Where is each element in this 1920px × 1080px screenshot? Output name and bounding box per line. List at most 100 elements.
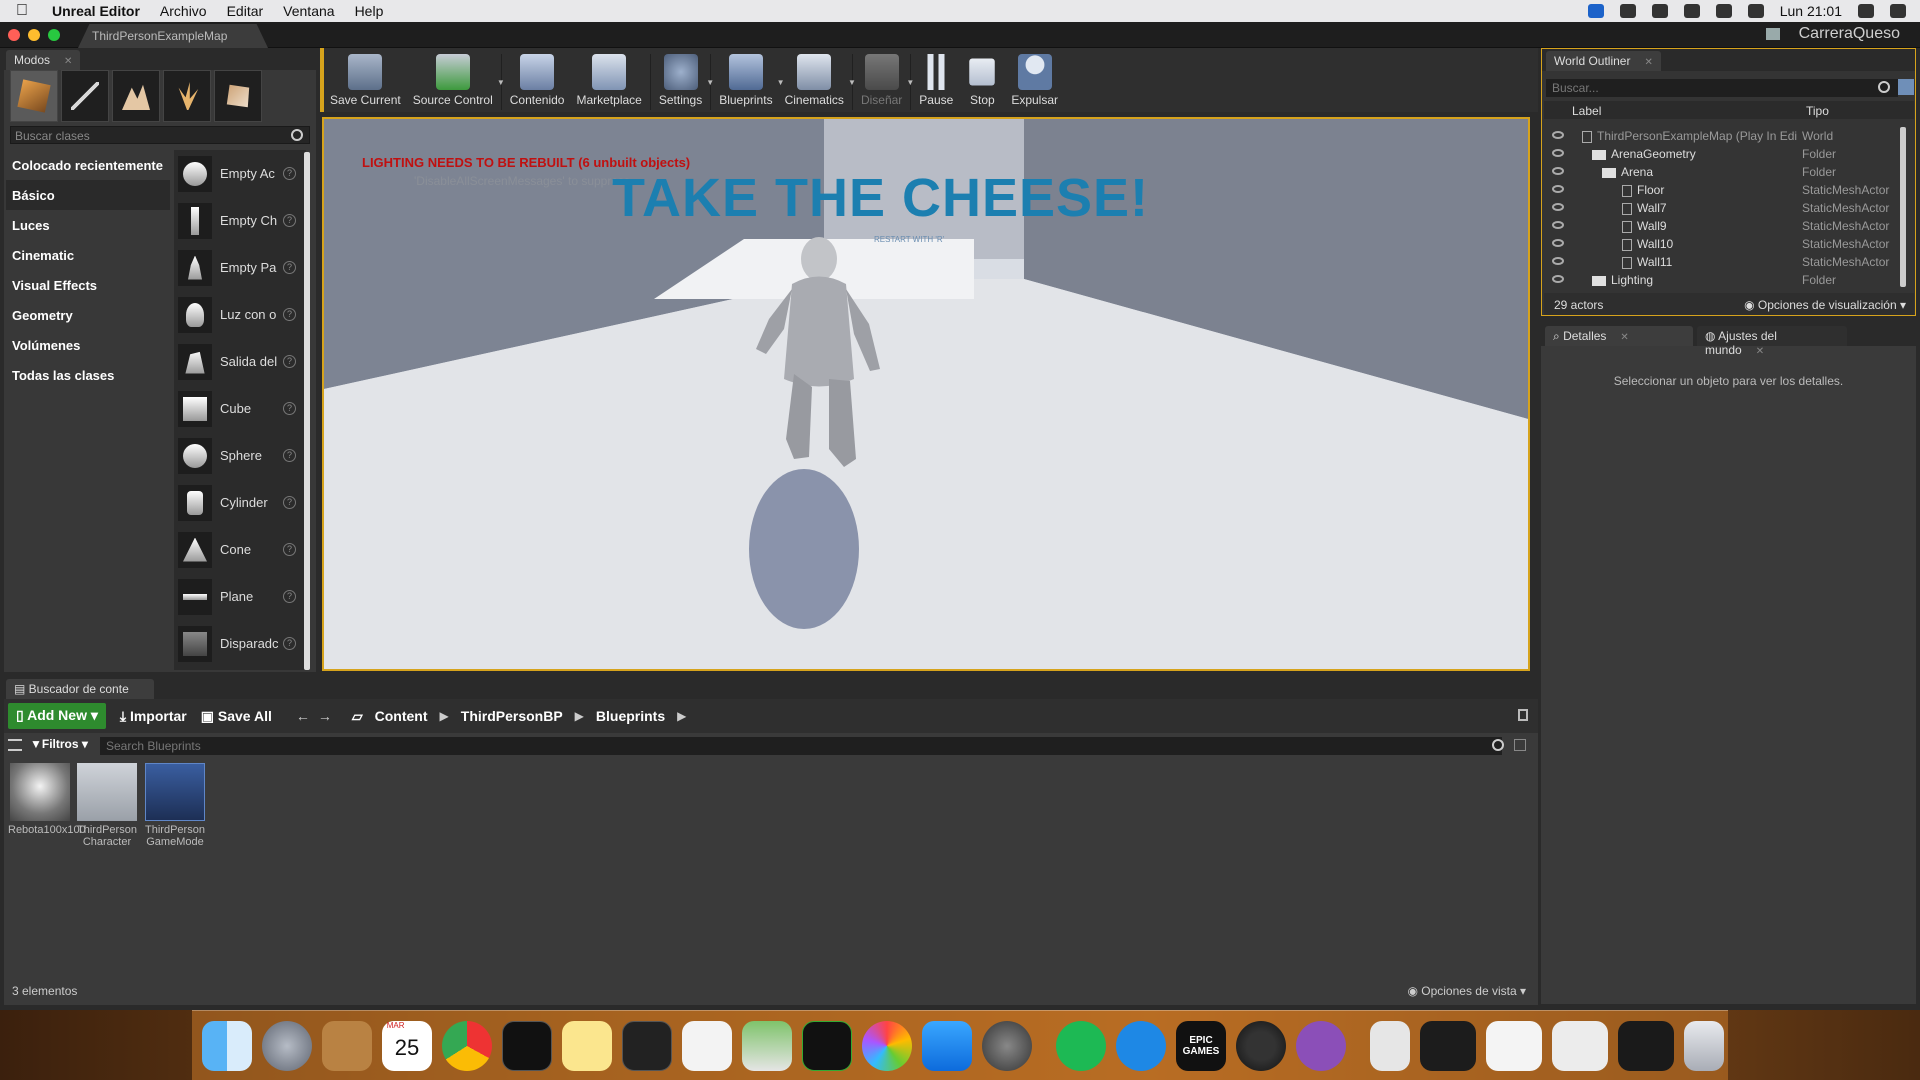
- visibility-eye-icon[interactable]: [1552, 131, 1564, 139]
- place-item-cylinder[interactable]: Cylinder?: [174, 479, 306, 526]
- zoom-window-button[interactable]: [48, 29, 60, 41]
- visibility-eye-icon[interactable]: [1552, 203, 1564, 211]
- help-icon[interactable]: ?: [283, 214, 296, 227]
- tab-world-outliner[interactable]: World Outliner ✕: [1546, 51, 1661, 71]
- asset-tile[interactable]: ThirdPerson Character: [75, 763, 139, 848]
- teamviewer-icon[interactable]: [1116, 1020, 1166, 1071]
- outliner-row[interactable]: Wall10 StaticMeshActor: [1544, 235, 1899, 253]
- add-new-button[interactable]: ▯ Add New ▾: [8, 703, 106, 729]
- category-cinematic[interactable]: Cinematic: [6, 240, 170, 270]
- help-icon[interactable]: ?: [283, 449, 296, 462]
- activity-monitor-icon[interactable]: [802, 1020, 852, 1071]
- volume-icon[interactable]: [1747, 4, 1764, 18]
- visibility-eye-icon[interactable]: [1552, 239, 1564, 247]
- close-window-button[interactable]: [8, 29, 20, 41]
- launchpad-icon[interactable]: [262, 1020, 312, 1071]
- column-type[interactable]: Tipo: [1806, 104, 1829, 118]
- place-item-trigger[interactable]: Disparadc?: [174, 620, 306, 667]
- import-button[interactable]: ⤓ Importar: [120, 708, 187, 725]
- shield-status-icon[interactable]: [1683, 4, 1700, 18]
- category-basic[interactable]: Básico: [6, 180, 170, 210]
- trash-icon[interactable]: [1684, 1020, 1724, 1071]
- close-tab-icon[interactable]: ✕: [1620, 332, 1628, 343]
- visibility-eye-icon[interactable]: [1552, 275, 1564, 283]
- eject-button[interactable]: Expulsar: [1005, 54, 1064, 107]
- epic-games-launcher-icon[interactable]: EPIC GAMES: [1176, 1020, 1226, 1071]
- source-control-button[interactable]: Source Control ▼: [407, 54, 505, 107]
- save-current-button[interactable]: Save Current: [324, 54, 407, 107]
- visibility-eye-icon[interactable]: [1552, 149, 1564, 157]
- outliner-view-options[interactable]: ◉ Opciones de visualización ▾: [1744, 298, 1906, 312]
- breadcrumb-blueprints[interactable]: Blueprints: [596, 708, 665, 724]
- place-item-plane[interactable]: Plane?: [174, 573, 306, 620]
- back-arrow-icon[interactable]: ←: [296, 708, 310, 724]
- spotlight-search-icon[interactable]: [1858, 4, 1874, 18]
- recent-window-thumbnail-icon[interactable]: [1420, 1020, 1476, 1071]
- filters-button[interactable]: ▼Filtros ▾: [30, 737, 88, 751]
- notification-center-icon[interactable]: [1890, 4, 1906, 18]
- sources-panel-toggle-icon[interactable]: [8, 739, 22, 751]
- place-item-empty-character[interactable]: Empty Ch?: [174, 197, 306, 244]
- category-volumes[interactable]: Volúmenes: [6, 330, 170, 360]
- foliage-mode-button[interactable]: [163, 70, 211, 122]
- recent-document-thumbnail-icon[interactable]: [1486, 1020, 1542, 1071]
- finder-icon[interactable]: [202, 1020, 252, 1071]
- category-geometry[interactable]: Geometry: [6, 300, 170, 330]
- asset-tile[interactable]: ThirdPerson GameMode: [143, 763, 207, 848]
- outliner-scrollbar[interactable]: [1900, 127, 1906, 287]
- category-visual-effects[interactable]: Visual Effects: [6, 270, 170, 300]
- content-view-options[interactable]: ◉ Opciones de vista ▾: [1407, 984, 1526, 998]
- visibility-eye-icon[interactable]: [1552, 185, 1564, 193]
- category-recent[interactable]: Colocado recientemente: [6, 150, 170, 180]
- sync-status-icon[interactable]: [1651, 4, 1668, 18]
- place-item-cube[interactable]: Cube?: [174, 385, 306, 432]
- place-item-point-light[interactable]: Luz con o?: [174, 291, 306, 338]
- help-icon[interactable]: ?: [283, 543, 296, 556]
- close-tab-icon[interactable]: ✕: [64, 56, 72, 67]
- breadcrumb-content[interactable]: Content: [375, 708, 428, 724]
- tab-details[interactable]: ⌕ Detalles ✕: [1545, 326, 1693, 346]
- place-item-empty-actor[interactable]: Empty Ac?: [174, 150, 306, 197]
- cinematics-button[interactable]: Cinematics ▼: [779, 54, 856, 107]
- spotify-icon[interactable]: [1056, 1020, 1106, 1071]
- menu-help[interactable]: Help: [355, 3, 384, 19]
- help-icon[interactable]: ?: [283, 637, 296, 650]
- asset-search-input[interactable]: Search Blueprints: [100, 737, 1502, 755]
- lock-icon[interactable]: [1518, 709, 1528, 721]
- place-mode-button[interactable]: [10, 70, 58, 122]
- breadcrumb-separator-icon[interactable]: ▶: [440, 709, 449, 723]
- notes-icon[interactable]: [562, 1020, 612, 1071]
- recent-epic-thumbnail-icon[interactable]: [1618, 1020, 1674, 1071]
- system-preferences-icon[interactable]: [982, 1020, 1032, 1071]
- activity-window-icon[interactable]: [622, 1020, 672, 1071]
- outliner-row[interactable]: Wall11 StaticMeshActor: [1544, 253, 1899, 271]
- save-all-button[interactable]: ▣ Save All: [201, 708, 272, 725]
- breadcrumb-separator-icon[interactable]: ▶: [575, 709, 584, 723]
- menu-ventana[interactable]: Ventana: [283, 3, 334, 19]
- visibility-eye-icon[interactable]: [1552, 221, 1564, 229]
- archive-file-icon[interactable]: [1370, 1020, 1410, 1071]
- terminal-icon[interactable]: [502, 1020, 552, 1071]
- photos-icon[interactable]: [862, 1020, 912, 1071]
- help-icon[interactable]: ?: [283, 590, 296, 603]
- map-tab[interactable]: ThirdPersonExampleMap: [78, 24, 268, 48]
- chrome-icon[interactable]: [442, 1020, 492, 1071]
- contacts-icon[interactable]: [322, 1020, 372, 1071]
- place-item-sphere[interactable]: Sphere?: [174, 432, 306, 479]
- asset-tile[interactable]: Rebota100x100: [8, 763, 86, 836]
- outliner-row[interactable]: ArenaGeometry Folder: [1544, 145, 1899, 163]
- tab-modes[interactable]: Modos ✕: [6, 50, 81, 70]
- breadcrumb-thirdpersonbp[interactable]: ThirdPersonBP: [461, 708, 563, 724]
- outliner-row[interactable]: Arena Folder: [1544, 163, 1899, 181]
- close-tab-icon[interactable]: ✕: [1756, 346, 1764, 357]
- display-status-icon[interactable]: [1619, 4, 1636, 18]
- save-search-icon[interactable]: [1514, 739, 1526, 751]
- outliner-row[interactable]: Floor StaticMeshActor: [1544, 181, 1899, 199]
- game-viewport[interactable]: LIGHTING NEEDS TO BE REBUILT (6 unbuilt …: [322, 117, 1530, 671]
- place-item-player-start[interactable]: Salida del?: [174, 338, 306, 385]
- class-list-scrollbar[interactable]: [304, 152, 310, 670]
- menu-archivo[interactable]: Archivo: [160, 3, 207, 19]
- help-icon[interactable]: ?: [283, 308, 296, 321]
- outliner-row[interactable]: Wall7 StaticMeshActor: [1544, 199, 1899, 217]
- reminders-icon[interactable]: [682, 1020, 732, 1071]
